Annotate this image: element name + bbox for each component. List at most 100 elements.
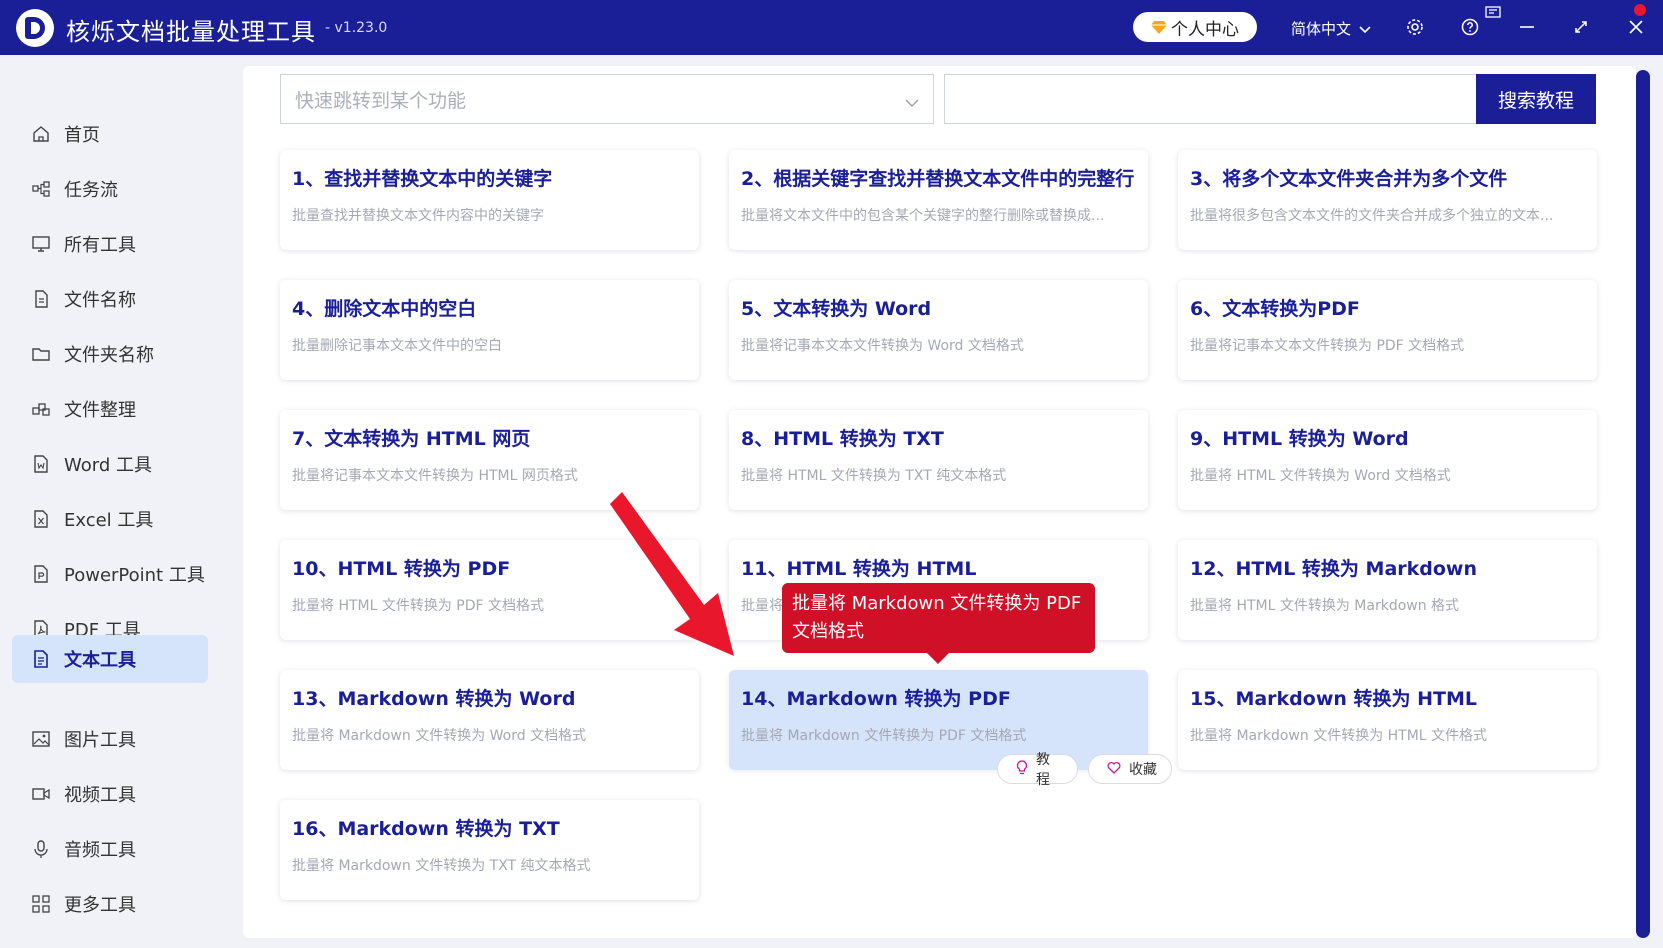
card-description: 批量将 Markdown 文件转换为 TXT 纯文本格式 [292,858,591,874]
tutorial-button[interactable]: 教程 [997,752,1078,788]
message-icon[interactable] [1484,4,1502,20]
card-title: 16、Markdown 转换为 TXT [292,818,560,840]
sidebar-item-all-tools[interactable]: 所有工具 [12,220,208,268]
tool-card-14[interactable]: 14、Markdown 转换为 PDF 批量将 Markdown 文件转换为 P… [729,670,1148,770]
tool-card-6[interactable]: 6、文本转换为PDF 批量将记事本文本文件转换为 PDF 文档格式 [1178,280,1597,380]
tool-card-9[interactable]: 9、HTML 转换为 Word 批量将 HTML 文件转换为 Word 文档格式 [1178,410,1597,510]
card-description: 批量将 Markdown 文件转换为 HTML 文件格式 [1190,728,1488,744]
tool-card-8[interactable]: 8、HTML 转换为 TXT 批量将 HTML 文件转换为 TXT 纯文本格式 [729,410,1148,510]
sidebar-item-label: 更多工具 [64,895,136,916]
minimize-icon[interactable] [1514,14,1540,40]
video-icon [32,785,50,803]
folder-icon [32,345,50,363]
tool-card-2[interactable]: 2、根据关键字查找并替换文本文件中的完整行 批量将文本文件中的包含某个关键字的整… [729,150,1148,250]
favorite-label: 收藏 [1129,762,1157,778]
card-title: 2、根据关键字查找并替换文本文件中的完整行 [741,168,1135,190]
sidebar-item-home[interactable]: 首页 [12,110,208,158]
sidebar-item-workflow[interactable]: 任务流 [12,165,208,213]
annotation-arrow-icon [610,492,734,656]
sidebar-item-label: 文件整理 [64,400,136,421]
card-title: 1、查找并替换文本中的关键字 [292,168,553,190]
card-title: 7、文本转换为 HTML 网页 [292,428,531,450]
tool-card-13[interactable]: 13、Markdown 转换为 Word 批量将 Markdown 文件转换为 … [280,670,699,770]
card-title: 12、HTML 转换为 Markdown [1190,558,1478,580]
sidebar-item-text-tools[interactable]: 文本工具 [12,635,208,683]
text-file-icon [32,650,50,668]
search-input[interactable] [944,74,1477,124]
card-title: 8、HTML 转换为 TXT [741,428,944,450]
card-title: 6、文本转换为PDF [1190,298,1360,320]
tool-card-5[interactable]: 5、文本转换为 Word 批量将记事本文本文件转换为 Word 文档格式 [729,280,1148,380]
sidebar-item-label: PowerPoint 工具 [64,565,205,586]
card-description: 批量将文本文件中的包含某个关键字的整行删除或替换成... [741,208,1105,224]
title-bar: 核烁文档批量处理工具 - v1.23.0 个人中心 简体中文 [0,0,1663,55]
sidebar-item-file-name[interactable]: 文件名称 [12,275,208,323]
card-tooltip: 批量将 Markdown 文件转换为 PDF 文档格式 [782,583,1095,653]
sidebar-item-folder-name[interactable]: 文件夹名称 [12,330,208,378]
card-description: 批量将 HTML 文件转换为 Markdown 格式 [1190,598,1460,614]
tool-card-4[interactable]: 4、删除文本中的空白 批量删除记事本文本文件中的空白 [280,280,699,380]
chevron-down-icon [905,91,919,113]
sidebar-item-label: 文本工具 [64,650,136,671]
diamond-icon [1151,21,1167,34]
sidebar-item-label: 文件夹名称 [64,345,154,366]
close-icon[interactable] [1623,14,1649,40]
card-description: 批量删除记事本文本文件中的空白 [292,338,502,354]
sidebar-item-word-tools[interactable]: Word 工具 [12,440,208,488]
quick-jump-placeholder: 快速跳转到某个功能 [295,89,467,112]
sidebar-item-audio-tools[interactable]: 音频工具 [12,825,208,873]
sidebar-item-label: 任务流 [64,180,118,201]
sidebar: 首页 任务流 所有工具 文件名称 文件夹名称 文件整理 Word 工具 Exce… [0,55,208,948]
tutorial-label: 教程 [1036,752,1050,788]
tool-card-3[interactable]: 3、将多个文本文件夹合并为多个文件 批量将很多包含文本文件的文件夹合并成多个独立… [1178,150,1597,250]
quick-jump-select[interactable]: 快速跳转到某个功能 [280,74,934,124]
card-description: 批量将记事本文本文件转换为 Word 文档格式 [741,338,1024,354]
sidebar-item-label: 所有工具 [64,235,136,256]
card-title: 3、将多个文本文件夹合并为多个文件 [1190,168,1508,190]
card-title: 13、Markdown 转换为 Word [292,688,576,710]
card-title: 5、文本转换为 Word [741,298,932,320]
help-icon[interactable] [1457,14,1483,40]
tool-card-1[interactable]: 1、查找并替换文本中的关键字 批量查找并替换文本文件内容中的关键字 [280,150,699,250]
workflow-icon [32,180,50,198]
card-description: 批量将 Markdown 文件转换为 PDF 文档格式 [741,728,1027,744]
app-version: - v1.23.0 [325,20,388,36]
sidebar-item-image-tools[interactable]: 图片工具 [12,715,208,763]
user-center-button[interactable]: 个人中心 [1133,12,1257,42]
maximize-icon[interactable] [1568,14,1594,40]
card-title: 4、删除文本中的空白 [292,298,477,320]
sidebar-item-video-tools[interactable]: 视频工具 [12,770,208,818]
language-label: 简体中文 [1291,20,1352,38]
chevron-down-icon [1359,20,1371,38]
app-title: 核烁文档批量处理工具 [66,18,316,46]
heart-icon [1107,761,1121,778]
search-tutorial-button[interactable]: 搜索教程 [1476,74,1596,124]
tool-card-12[interactable]: 12、HTML 转换为 Markdown 批量将 HTML 文件转换为 Mark… [1178,540,1597,640]
sidebar-item-label: Word 工具 [64,455,152,476]
sidebar-item-powerpoint-tools[interactable]: PowerPoint 工具 [12,550,208,598]
card-title: 14、Markdown 转换为 PDF [741,688,1011,710]
microphone-icon [32,840,50,858]
favorite-button[interactable]: 收藏 [1088,754,1172,784]
sidebar-item-label: Excel 工具 [64,510,154,531]
sidebar-item-label: 音频工具 [64,840,136,861]
vertical-scrollbar[interactable] [1636,70,1650,938]
settings-gear-icon[interactable] [1402,14,1428,40]
lightbulb-icon [1016,759,1028,779]
image-icon [32,730,50,748]
card-description: 批量将 HTML 文件转换为 Word 文档格式 [1190,468,1451,484]
sidebar-item-excel-tools[interactable]: Excel 工具 [12,495,208,543]
card-description: 批量将记事本文本文件转换为 PDF 文档格式 [1190,338,1465,354]
sidebar-item-label: 首页 [64,125,100,146]
language-select[interactable]: 简体中文 [1291,18,1371,39]
card-title: 9、HTML 转换为 Word [1190,428,1409,450]
card-title: 15、Markdown 转换为 HTML [1190,688,1478,710]
grid-icon [32,895,50,913]
ppt-file-icon [32,565,50,583]
sidebar-item-more-tools[interactable]: 更多工具 [12,880,208,928]
tool-card-16[interactable]: 16、Markdown 转换为 TXT 批量将 Markdown 文件转换为 T… [280,800,699,900]
monitor-icon [32,235,50,253]
app-logo-icon [16,9,54,47]
sidebar-item-file-organize[interactable]: 文件整理 [12,385,208,433]
tool-card-15[interactable]: 15、Markdown 转换为 HTML 批量将 Markdown 文件转换为 … [1178,670,1597,770]
